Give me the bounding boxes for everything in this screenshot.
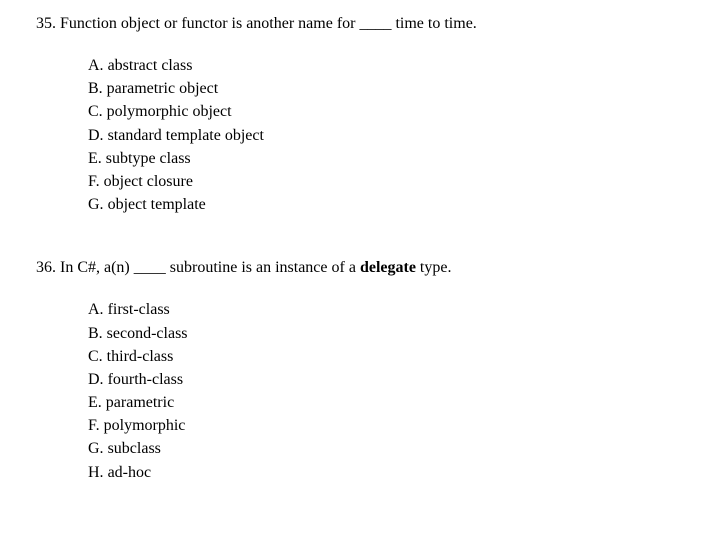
option-letter: D. <box>88 127 104 144</box>
option-text: second-class <box>107 325 188 342</box>
option-text: abstract class <box>108 57 193 74</box>
option-text: polymorphic <box>104 417 186 434</box>
option-text: fourth-class <box>108 371 184 388</box>
question-text: 35. Function object or functor is anothe… <box>36 12 686 36</box>
options-list: A. abstract class B. parametric object C… <box>36 54 686 216</box>
question-text-after: time to time. <box>391 15 476 32</box>
option-d: D. standard template object <box>88 124 686 147</box>
option-text: subclass <box>108 440 161 457</box>
option-letter: E. <box>88 150 102 167</box>
option-text: subtype class <box>106 150 191 167</box>
option-c: C. polymorphic object <box>88 100 686 123</box>
question-text-before: In C#, a(n) <box>60 259 134 276</box>
question-blank: ____ <box>134 259 166 276</box>
option-h: H. ad-hoc <box>88 461 686 484</box>
option-g: G. subclass <box>88 437 686 460</box>
option-letter: G. <box>88 440 104 457</box>
option-f: F. polymorphic <box>88 414 686 437</box>
question-number: 36. <box>36 259 56 276</box>
option-text: ad-hoc <box>108 464 152 481</box>
option-c: C. third-class <box>88 345 686 368</box>
option-f: F. object closure <box>88 170 686 193</box>
option-letter: C. <box>88 103 103 120</box>
question-text-before: Function object or functor is another na… <box>60 15 359 32</box>
question-35: 35. Function object or functor is anothe… <box>36 12 686 216</box>
option-letter: G. <box>88 196 104 213</box>
option-text: standard template object <box>108 127 264 144</box>
option-letter: A. <box>88 301 104 318</box>
option-letter: F. <box>88 173 100 190</box>
question-text-mid: subroutine is an instance of a <box>166 259 360 276</box>
option-e: E. parametric <box>88 391 686 414</box>
option-letter: C. <box>88 348 103 365</box>
option-letter: E. <box>88 394 102 411</box>
option-text: parametric <box>106 394 174 411</box>
question-text: 36. In C#, a(n) ____ subroutine is an in… <box>36 256 686 280</box>
option-text: first-class <box>108 301 170 318</box>
option-letter: D. <box>88 371 104 388</box>
option-a: A. abstract class <box>88 54 686 77</box>
option-text: polymorphic object <box>107 103 232 120</box>
option-letter: F. <box>88 417 100 434</box>
option-letter: B. <box>88 325 103 342</box>
question-number: 35. <box>36 15 56 32</box>
option-a: A. first-class <box>88 298 686 321</box>
question-blank: ____ <box>359 15 391 32</box>
options-list: A. first-class B. second-class C. third-… <box>36 298 686 484</box>
option-d: D. fourth-class <box>88 368 686 391</box>
option-text: parametric object <box>107 80 219 97</box>
question-36: 36. In C#, a(n) ____ subroutine is an in… <box>36 256 686 484</box>
question-text-after: type. <box>416 259 452 276</box>
option-g: G. object template <box>88 193 686 216</box>
option-letter: B. <box>88 80 103 97</box>
question-bold-word: delegate <box>360 259 416 276</box>
option-b: B. parametric object <box>88 77 686 100</box>
option-letter: H. <box>88 464 104 481</box>
option-text: object template <box>108 196 206 213</box>
option-text: third-class <box>107 348 174 365</box>
option-e: E. subtype class <box>88 147 686 170</box>
option-text: object closure <box>104 173 193 190</box>
option-b: B. second-class <box>88 322 686 345</box>
option-letter: A. <box>88 57 104 74</box>
